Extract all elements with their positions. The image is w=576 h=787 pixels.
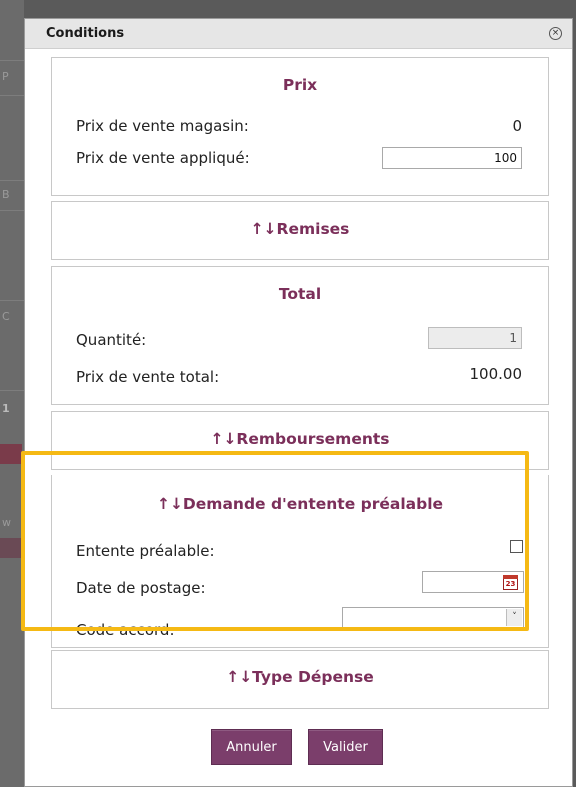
quantity-label: Quantité: — [76, 331, 147, 349]
section-type-depense[interactable]: ↑↓Type Dépense — [51, 650, 549, 709]
section-remises[interactable]: ↑↓Remises — [51, 201, 549, 260]
chevron-down-icon[interactable]: ˅ — [506, 609, 522, 626]
calendar-icon[interactable]: 23 — [503, 575, 518, 590]
close-icon[interactable]: × — [549, 27, 562, 40]
prior-agreement-label: Entente préalable: — [76, 542, 215, 560]
section-prix: Prix Prix de vente magasin: 0 Prix de ve… — [51, 57, 549, 196]
bg-text-fragment: B — [2, 188, 10, 201]
posting-date-input[interactable]: 23 — [422, 571, 524, 593]
bg-text-fragment: C — [2, 310, 10, 323]
bg-divider — [0, 300, 24, 301]
validate-button[interactable]: Valider — [308, 729, 383, 765]
section-title-total: Total — [278, 285, 322, 303]
store-price-label: Prix de vente magasin: — [76, 117, 249, 135]
section-title-prix: Prix — [282, 76, 318, 94]
bg-button — [0, 444, 22, 464]
bg-text-fragment: P — [2, 70, 9, 83]
bg-button — [0, 538, 22, 558]
dialog-header: Conditions × — [25, 19, 572, 49]
applied-price-label: Prix de vente appliqué: — [76, 149, 250, 167]
section-remboursements[interactable]: ↑↓Remboursements — [51, 411, 549, 470]
section-entente-prealable: ↑↓Demande d'entente préalable Entente pr… — [51, 475, 549, 648]
section-title-remises[interactable]: ↑↓Remises — [52, 220, 548, 238]
agreement-code-label: Code accord: — [76, 621, 175, 639]
agreement-code-select[interactable]: ˅ — [342, 607, 524, 628]
prior-agreement-checkbox[interactable] — [510, 540, 523, 553]
total-price-label: Prix de vente total: — [76, 368, 220, 386]
calendar-icon-day: 23 — [505, 580, 516, 588]
bg-divider — [0, 210, 24, 211]
bg-divider — [0, 180, 24, 181]
cancel-button[interactable]: Annuler — [211, 729, 292, 765]
conditions-dialog: Conditions × Prix Prix de vente magasin:… — [24, 18, 573, 787]
section-title-type-depense[interactable]: ↑↓Type Dépense — [52, 668, 548, 686]
bg-text-fragment: w — [2, 516, 11, 529]
bg-divider — [0, 95, 24, 96]
section-title-remboursements[interactable]: ↑↓Remboursements — [52, 430, 548, 448]
quantity-input: 1 — [428, 327, 522, 349]
bg-divider — [0, 60, 24, 61]
section-total: Total Quantité: 1 Prix de vente total: 1… — [51, 266, 549, 405]
dialog-title: Conditions — [46, 26, 125, 41]
bg-divider — [0, 390, 24, 391]
store-price-value: 0 — [512, 117, 522, 135]
bg-text-fragment: 1 — [2, 402, 10, 415]
section-title-entente[interactable]: ↑↓Demande d'entente préalable — [52, 495, 548, 513]
total-price-value: 100.00 — [469, 365, 523, 383]
applied-price-input[interactable]: 100 — [382, 147, 522, 169]
background-app: P B C 1 w — [0, 0, 24, 787]
posting-date-label: Date de postage: — [76, 579, 206, 597]
